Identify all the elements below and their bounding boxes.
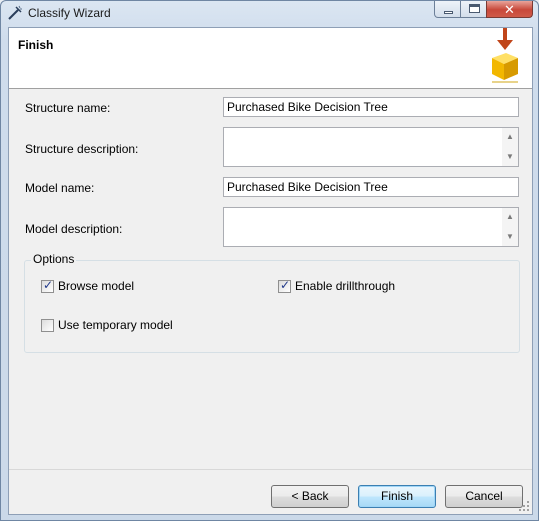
checkmark-icon: ✓ [280,278,291,292]
finish-button[interactable]: Finish [358,485,436,508]
options-group [24,260,520,353]
cancel-button[interactable]: Cancel [445,485,523,508]
checkbox-box[interactable]: ✓ [278,278,291,293]
scroll-down-arrow-icon[interactable]: ▼ [502,150,518,164]
browse-model-label: Browse model [58,279,135,293]
model-description-scrollbar[interactable]: ▲ ▼ [502,208,518,246]
wizard-wand-icon [8,5,22,20]
wizard-client-area: Finish Structure name: Purchased Bike De… [8,27,533,515]
scroll-down-arrow-icon[interactable]: ▼ [502,230,518,244]
checkmark-icon: ✓ [43,278,54,292]
checkbox-box[interactable]: ✓ [41,278,54,293]
use-temporary-model-label: Use temporary model [58,318,173,332]
maximize-button[interactable] [460,1,487,18]
wizard-header: Finish [9,28,532,89]
model-description-field[interactable]: ▲ ▼ [223,207,519,247]
use-temporary-model-checkbox[interactable]: Use temporary model [41,318,201,334]
model-name-label: Model name: [25,181,95,195]
page-title: Finish [18,38,54,52]
enable-drillthrough-label: Enable drillthrough [295,279,396,293]
scroll-up-arrow-icon[interactable]: ▲ [502,130,518,144]
checkbox-box[interactable] [41,319,54,332]
minimize-icon [444,11,453,14]
structure-name-label: Structure name: [25,101,111,115]
resize-grip-icon[interactable] [518,500,530,512]
close-icon: ✕ [504,2,515,17]
structure-name-field[interactable]: Purchased Bike Decision Tree [223,97,519,117]
mining-cube-icon [492,28,518,83]
back-button[interactable]: < Back [271,485,349,508]
title-bar[interactable]: Classify Wizard ✕ [1,1,539,27]
structure-description-field[interactable]: ▲ ▼ [223,127,519,167]
footer-divider [9,469,532,470]
minimize-button[interactable] [434,1,461,18]
window-frame: Classify Wizard ✕ Finish Structure name:… [0,0,539,521]
scroll-up-arrow-icon[interactable]: ▲ [502,210,518,224]
maximize-icon [469,4,480,13]
structure-description-scrollbar[interactable]: ▲ ▼ [502,128,518,166]
browse-model-checkbox[interactable]: ✓ Browse model [41,278,181,295]
close-button[interactable]: ✕ [486,1,533,18]
options-legend: Options [31,252,77,266]
model-description-label: Model description: [25,222,123,236]
window-title: Classify Wizard [28,6,111,20]
model-name-field[interactable]: Purchased Bike Decision Tree [223,177,519,197]
structure-description-label: Structure description: [25,142,139,156]
enable-drillthrough-checkbox[interactable]: ✓ Enable drillthrough [278,278,428,295]
